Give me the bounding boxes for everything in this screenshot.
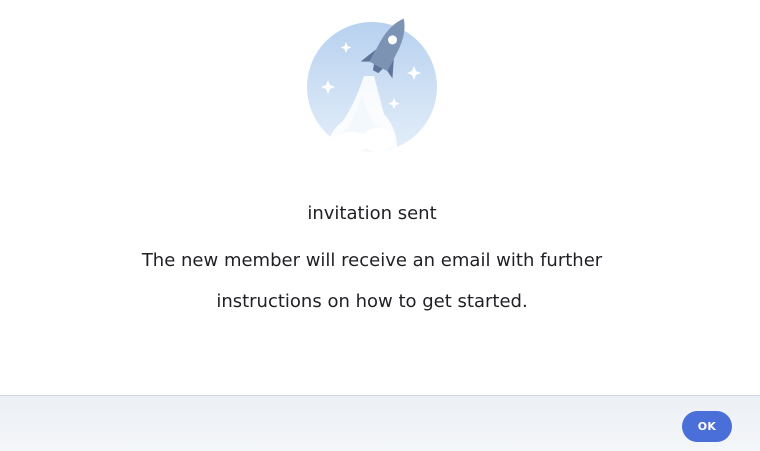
dialog-footer: OK [0, 395, 760, 451]
dialog-body: invitation sent The new member will rece… [0, 0, 760, 395]
invitation-sent-dialog: invitation sent The new member will rece… [0, 0, 760, 451]
dialog-message-line-1: The new member will receive an email wit… [141, 250, 603, 271]
ok-button[interactable]: OK [682, 411, 732, 442]
dialog-message: The new member will receive an email wit… [0, 240, 744, 322]
dialog-message-line-2: instructions on how to get started. [216, 291, 528, 312]
dialog-title: invitation sent [307, 203, 437, 224]
rocket-launch-icon [307, 18, 437, 152]
